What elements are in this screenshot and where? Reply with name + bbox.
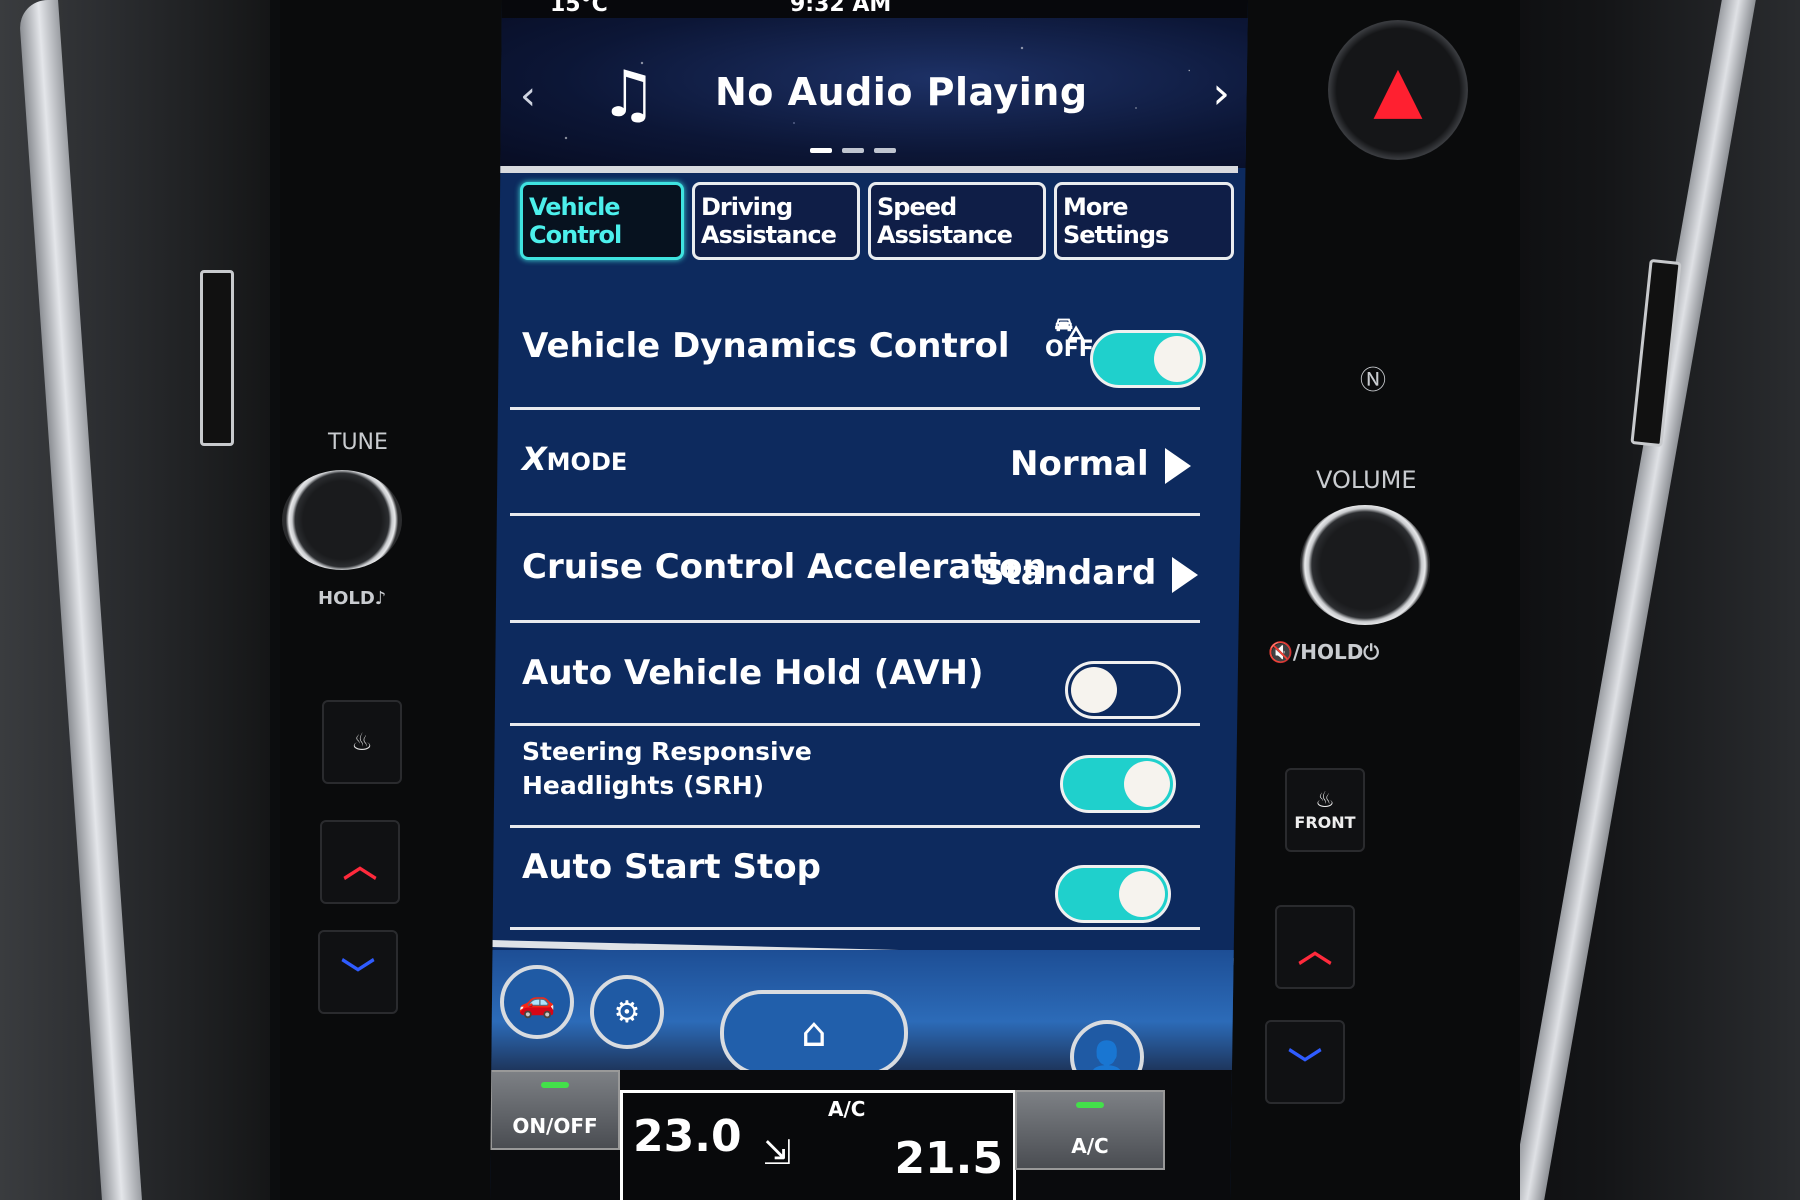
car-icon: 🚗	[518, 984, 556, 1020]
temp-up-right-button[interactable]: ︿	[1275, 905, 1355, 989]
nfc-icon: Ⓝ	[1360, 366, 1387, 396]
status-led	[541, 1082, 569, 1088]
setting-auto-start-stop[interactable]: Auto Start Stop	[510, 829, 1200, 930]
passenger-temperature[interactable]: 21.5	[894, 1133, 1003, 1184]
rear-defrost-button[interactable]: ♨	[322, 700, 402, 784]
cruise-acceleration-value: Standard	[980, 553, 1199, 593]
tune-knob[interactable]	[282, 470, 402, 570]
setting-label: Vehicle Dynamics Control	[522, 326, 1010, 366]
volume-knob[interactable]	[1300, 505, 1430, 625]
page-dot	[842, 148, 864, 153]
chevron-down-icon: ﹀	[341, 955, 375, 996]
play-arrow-icon	[1172, 556, 1199, 593]
clock: 9:32 AM	[790, 0, 892, 17]
page-dot	[874, 148, 896, 153]
setting-label: Cruise Control Acceleration	[522, 547, 1047, 587]
driver-temperature[interactable]: 23.0	[633, 1111, 742, 1162]
chevron-up-icon: ︿	[1298, 930, 1332, 971]
temp-down-right-button[interactable]: ﹀	[1265, 1020, 1345, 1104]
home-icon: ⌂	[801, 1010, 827, 1056]
volume-hold-label: 🔇/HOLD⏻	[1268, 640, 1380, 664]
divider	[510, 513, 1200, 516]
chevron-up-icon: ︿	[343, 845, 377, 886]
ac-button[interactable]: A/C	[1015, 1090, 1165, 1170]
climate-display: 23.0 A/C ⇲ 21.5	[620, 1090, 1016, 1200]
page-dot	[810, 148, 832, 153]
chevron-right-icon[interactable]: ›	[1212, 68, 1230, 119]
ac-indicator: A/C	[828, 1097, 866, 1121]
tab-speed-assistance[interactable]: Speed Assistance	[868, 182, 1046, 260]
temp-down-left-button[interactable]: ﹀	[318, 930, 398, 1014]
setting-label: Auto Vehicle Hold (AVH)	[522, 653, 984, 693]
setting-label: Steering Responsive Headlights (SRH)	[522, 737, 812, 800]
toggle-steering-responsive-headlights[interactable]	[1060, 755, 1176, 813]
status-led	[1076, 1102, 1104, 1108]
onoff-label: ON/OFF	[512, 1114, 598, 1138]
tab-more-settings[interactable]: More Settings	[1054, 182, 1234, 260]
page-indicator	[810, 148, 896, 153]
toggle-auto-start-stop[interactable]	[1055, 865, 1171, 923]
climate-onoff-button[interactable]: ON/OFF	[490, 1070, 620, 1150]
music-note-icon: ♫	[600, 58, 658, 132]
front-defrost-label: FRONT	[1294, 813, 1356, 832]
toggle-knob	[1071, 667, 1117, 713]
divider	[510, 620, 1200, 623]
hazard-button[interactable]: ▲	[1328, 20, 1468, 160]
front-defrost-icon: ♨	[1315, 788, 1335, 813]
divider	[498, 166, 1238, 173]
setting-auto-vehicle-hold[interactable]: Auto Vehicle Hold (AVH)	[510, 625, 1200, 726]
tab-vehicle-control[interactable]: Vehicle Control	[520, 182, 684, 260]
volume-label: VOLUME	[1316, 466, 1417, 494]
hazard-icon: ▲	[1373, 53, 1423, 127]
divider	[510, 927, 1200, 930]
air-vent-left[interactable]	[200, 270, 234, 446]
toggle-knob	[1119, 871, 1165, 917]
home-button[interactable]: ⌂	[720, 990, 908, 1076]
climate-bar: ON/OFF 23.0 A/C ⇲ 21.5 A/C	[490, 1070, 1248, 1200]
tune-label: TUNE	[328, 430, 388, 455]
temp-up-left-button[interactable]: ︿	[320, 820, 400, 904]
setting-x-mode[interactable]: XMODE Normal	[510, 410, 1200, 516]
tab-driving-assistance[interactable]: Driving Assistance	[692, 182, 860, 260]
rear-defrost-icon: ♨	[351, 728, 373, 756]
x-mode-value: Normal	[1010, 444, 1191, 484]
settings-tabs: Vehicle Control Driving Assistance Speed…	[520, 182, 1234, 260]
setting-cruise-control-acceleration[interactable]: Cruise Control Acceleration Standard	[510, 517, 1200, 623]
outside-temperature: 15°C	[550, 0, 608, 17]
x-mode-logo: XMODE	[522, 440, 628, 478]
tune-hold-label: HOLD♪	[318, 588, 387, 609]
setting-vehicle-dynamics-control[interactable]: Vehicle Dynamics Control ⛍ OFF	[510, 280, 1206, 410]
front-defrost-button[interactable]: ♨ FRONT	[1285, 768, 1365, 852]
toggle-knob	[1124, 761, 1170, 807]
setting-label: Auto Start Stop	[522, 847, 821, 887]
chevron-down-icon: ﹀	[1288, 1045, 1322, 1086]
setting-steering-responsive-headlights[interactable]: Steering Responsive Headlights (SRH)	[510, 727, 1200, 828]
divider	[510, 825, 1200, 828]
infotainment-screen: 15°C 9:32 AM ‹ ♫ No Audio Playing › Vehi…	[490, 0, 1248, 1200]
play-arrow-icon	[1164, 447, 1191, 484]
bottom-dock: 🚗 ⚙ ⌂ 👤	[490, 950, 1248, 1094]
phone-settings-icon: ⚙	[613, 994, 641, 1030]
ac-button-label: A/C	[1071, 1134, 1109, 1158]
status-bar: 15°C 9:32 AM	[490, 0, 1248, 18]
car-button[interactable]: 🚗	[500, 965, 574, 1039]
toggle-knob	[1154, 336, 1200, 382]
airflow-mode-icon[interactable]: ⇲	[763, 1133, 792, 1173]
now-playing-title[interactable]: No Audio Playing	[715, 70, 1088, 114]
vdc-off-icon: ⛍ OFF	[1045, 312, 1094, 362]
phone-settings-button[interactable]: ⚙	[590, 975, 664, 1049]
toggle-vehicle-dynamics-control[interactable]	[1090, 330, 1206, 388]
chevron-left-icon[interactable]: ‹	[520, 73, 536, 119]
media-bar: ‹ ♫ No Audio Playing ›	[490, 18, 1248, 168]
divider	[510, 723, 1200, 726]
toggle-auto-vehicle-hold[interactable]	[1065, 661, 1181, 719]
